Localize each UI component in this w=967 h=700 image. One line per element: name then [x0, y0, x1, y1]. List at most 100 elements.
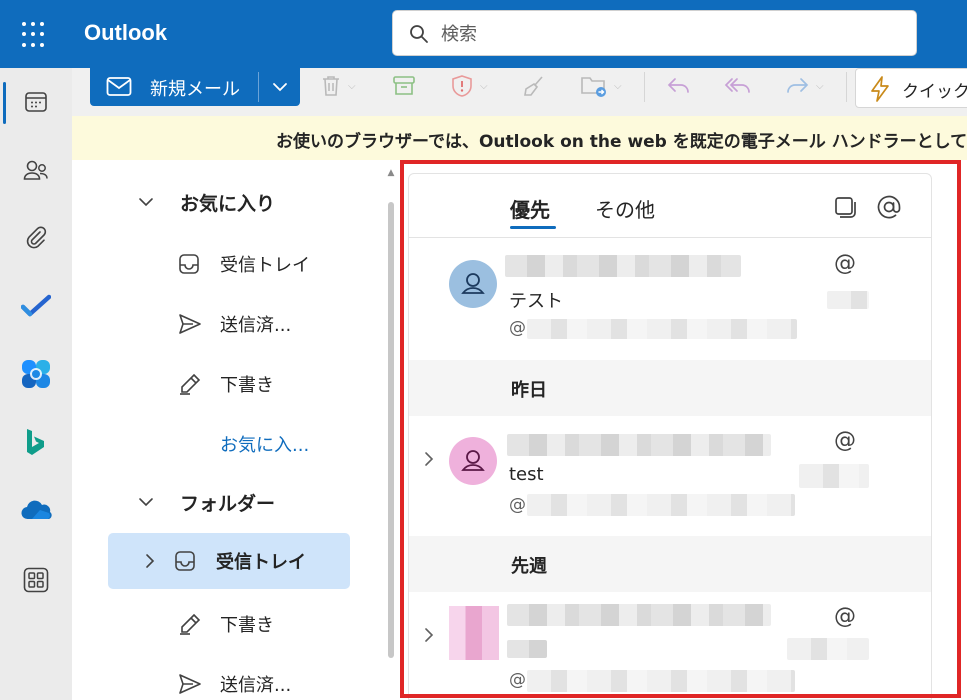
onedrive-icon[interactable] [14, 488, 58, 532]
new-mail-button[interactable]: 新規メール [90, 68, 300, 106]
folder-sent[interactable]: 送信済... [178, 656, 398, 700]
draft-icon [180, 613, 201, 635]
app-title: Outlook [84, 20, 168, 45]
reply-button[interactable] [666, 70, 692, 102]
chevron-right-icon[interactable] [423, 626, 435, 648]
subject-redacted [507, 640, 547, 658]
scroll-up-icon[interactable]: ▲ [386, 168, 396, 178]
inbox-icon [175, 551, 195, 571]
favorites-header-label: お気に入り [180, 192, 276, 215]
default-handler-banner: お使いのブラウザーでは、Outlook on the web を既定の電子メール… [72, 116, 967, 160]
person-icon [461, 273, 485, 294]
shield-icon [452, 75, 472, 97]
folders-header-label: フォルダー [180, 492, 276, 515]
reply-all-icon [724, 78, 750, 93]
sender-redacted [507, 604, 771, 626]
reply-all-button[interactable] [724, 70, 752, 102]
broom-icon [524, 76, 543, 96]
archive-button[interactable] [392, 70, 416, 102]
send-icon [179, 314, 201, 334]
message-preview: @ [509, 318, 526, 338]
folder-inbox[interactable]: 受信トレイ [108, 533, 350, 589]
more-apps-icon[interactable] [14, 558, 58, 602]
chevron-down-icon [139, 498, 153, 507]
chevron-down-icon: ⌵ [816, 80, 824, 92]
new-mail-dropdown[interactable] [260, 68, 300, 106]
mail-icon [106, 77, 132, 96]
sender-redacted [505, 255, 741, 277]
top-bar: Outlook [0, 0, 967, 68]
group-header-last-week: 先週 [409, 536, 931, 592]
folder-pane: お気に入り 受信トレイ 送信済... 下書き お気に入... フォルダー 受信ト… [72, 160, 400, 700]
attachment-icon[interactable] [14, 216, 58, 260]
preview-redacted [527, 319, 797, 339]
folder-drafts[interactable]: 下書き [178, 596, 398, 652]
time-redacted [799, 464, 869, 488]
rail-active-indicator [3, 82, 6, 124]
fav-drafts[interactable]: 下書き [178, 356, 398, 412]
fav-sent-label: 送信済... [220, 315, 292, 336]
chevron-right-icon[interactable] [423, 450, 435, 472]
favorites-header[interactable]: お気に入り [136, 174, 376, 230]
tab-other[interactable]: その他 [595, 194, 655, 223]
message-item[interactable]: @ テスト @ [409, 239, 931, 359]
search-icon [410, 25, 428, 43]
chevron-down-icon: ⌵ [348, 80, 356, 92]
message-subject: テスト [509, 291, 563, 312]
folder-drafts-label: 下書き [220, 615, 274, 636]
tab-focused[interactable]: 優先 [510, 194, 550, 223]
group-label: 先週 [511, 556, 547, 577]
inbox-tabs: 優先 その他 [409, 174, 931, 238]
select-mode-icon[interactable] [830, 192, 860, 222]
calendar-icon[interactable] [14, 80, 58, 124]
app-rail [0, 68, 72, 700]
folder-inbox-label: 受信トレイ [216, 552, 306, 573]
mention-filter-icon[interactable] [874, 192, 904, 222]
sweep-button[interactable] [522, 70, 546, 102]
message-item[interactable]: @ @ [409, 592, 931, 699]
fav-add-label: お気に入... [220, 435, 310, 456]
avatar [449, 260, 497, 308]
fav-inbox-label: 受信トレイ [220, 255, 310, 276]
message-preview: @ [509, 495, 526, 515]
fav-inbox[interactable]: 受信トレイ [178, 236, 398, 292]
time-redacted [787, 638, 869, 660]
people-icon[interactable] [14, 148, 58, 192]
quick-steps-label: クイック操作 [902, 82, 967, 102]
search-input[interactable] [441, 19, 901, 49]
mention-icon: @ [834, 428, 856, 453]
group-header-yesterday: 昨日 [409, 360, 931, 416]
todo-icon[interactable] [14, 284, 58, 328]
delete-button[interactable]: ⌵ [320, 70, 356, 102]
new-mail-main[interactable]: 新規メール [90, 68, 258, 106]
bing-icon[interactable] [14, 420, 58, 464]
trash-icon [323, 76, 339, 96]
time-redacted [827, 291, 869, 309]
mention-icon: @ [834, 604, 856, 629]
chevron-right-icon[interactable] [140, 551, 160, 571]
fav-add[interactable]: お気に入... [220, 416, 390, 472]
archive-icon [393, 76, 415, 95]
message-preview: @ [509, 670, 526, 690]
folders-header[interactable]: フォルダー [136, 474, 376, 530]
scroll-thumb[interactable] [388, 202, 394, 658]
folder-scrollbar[interactable]: ▲ [386, 164, 396, 700]
search-box[interactable] [392, 10, 917, 56]
avatar [449, 606, 499, 660]
app-launcher-icon[interactable] [22, 22, 48, 48]
person-icon [461, 450, 485, 471]
message-item[interactable]: @ test @ [409, 416, 931, 536]
inbox-icon [179, 254, 199, 274]
fav-drafts-label: 下書き [220, 375, 274, 396]
report-button[interactable]: ⌵ [450, 70, 488, 102]
preview-redacted [527, 494, 795, 516]
send-icon [179, 674, 201, 694]
quick-steps-button[interactable]: クイック操作 [855, 68, 967, 108]
tab-active-indicator [510, 226, 556, 229]
copilot-icon[interactable] [14, 352, 58, 396]
folder-sent-label: 送信済... [220, 675, 292, 696]
lightning-icon [871, 76, 889, 102]
forward-button[interactable]: ⌵ [784, 70, 824, 102]
fav-sent[interactable]: 送信済... [178, 296, 398, 352]
move-button[interactable]: ⌵ [580, 70, 622, 102]
